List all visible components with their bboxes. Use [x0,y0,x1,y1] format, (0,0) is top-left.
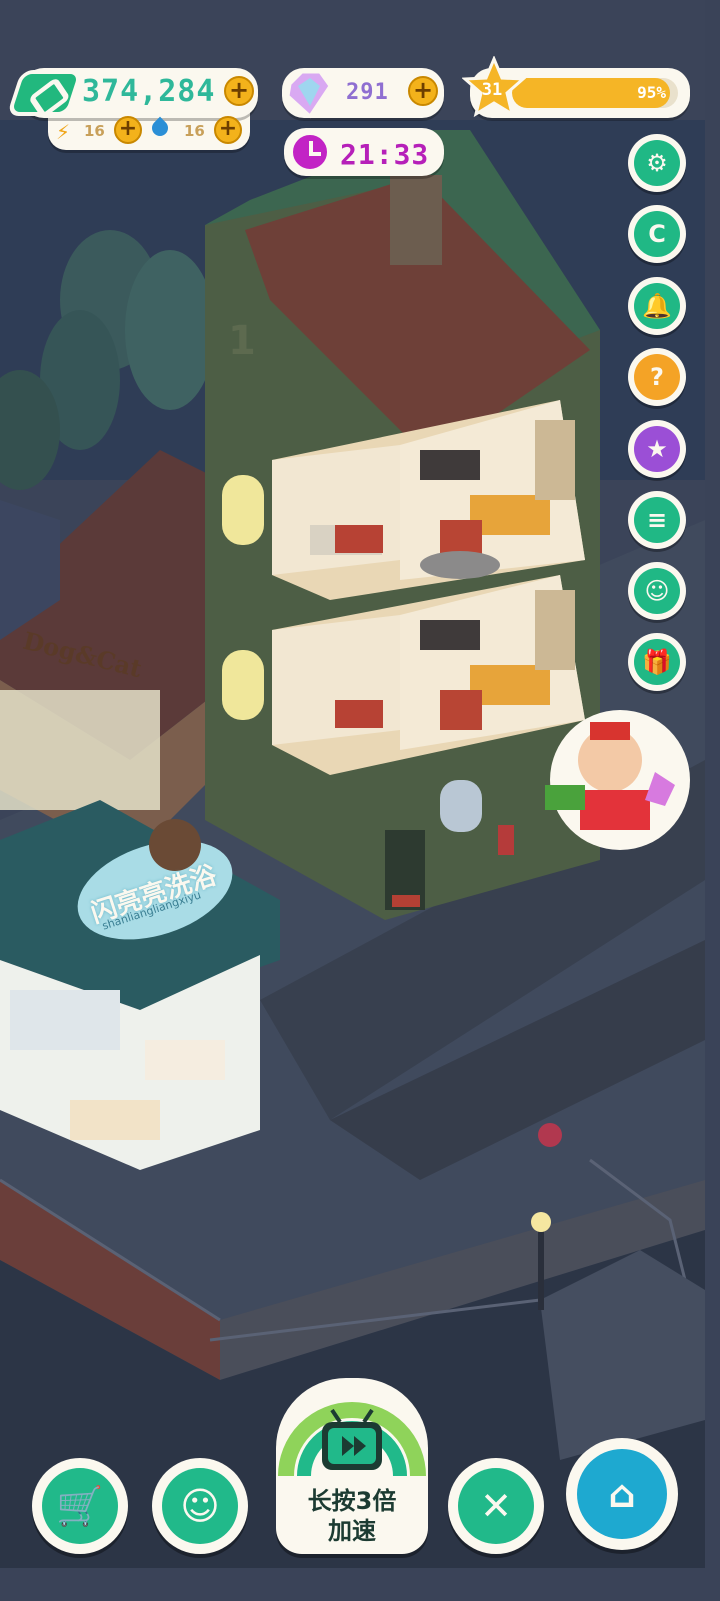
gift-icon: 🎁 [634,639,680,685]
tv-rainbow-icon [278,1402,426,1477]
gear-icon: ⚙ [634,140,680,186]
speed-up-label-line1: 长按3倍 [307,1487,397,1515]
settings-button[interactable]: ⚙ [628,134,686,192]
water-value: 16 [184,122,205,140]
clock-icon [290,132,330,172]
chat-ghost-icon: ☺ [634,568,680,614]
add-gems-button[interactable]: + [408,76,438,106]
house-wrench-icon: ⌂ [577,1449,667,1539]
mystery-box-button[interactable]: ? [628,348,686,406]
city-scene-art [0,0,705,1568]
speed-up-label-line2: 加速 [328,1517,376,1545]
notification-button[interactable]: 🔔 [628,277,686,335]
game-scene[interactable]: Dog&Cat 1 闪亮亮洗浴 shanliangliangxiyu [0,0,705,1568]
gem-icon [286,70,332,119]
add-water-button[interactable]: + [214,116,242,144]
coupon-button[interactable]: C [628,205,686,263]
gem-value: 291 [346,80,389,105]
xp-percent: 95% [637,83,666,102]
cash-value: 374,284 [82,74,216,109]
xp-progress-bar: 95% [512,78,678,108]
add-cash-button[interactable]: + [224,76,254,106]
coupon-icon: C [634,211,680,257]
bell-icon: 🔔 [634,283,680,329]
tools-icon: ✕ [458,1468,534,1544]
gift-button[interactable]: 🎁 [628,633,686,691]
notes-button[interactable]: ≡ [628,491,686,549]
chat-button[interactable]: ☺ [628,562,686,620]
house-number: 1 [228,318,256,364]
energy-value: 16 [84,122,105,140]
mystery-box-icon: ? [634,354,680,400]
add-energy-button[interactable]: + [114,116,142,144]
speed-up-label: 长按3倍 加速 [276,1486,428,1546]
energy-icon: ⚡ [56,120,71,144]
notes-icon: ≡ [634,497,680,543]
star-book-icon: ★ [634,426,680,472]
laughing-face-icon: ☺ [162,1468,238,1544]
home-renovate-button[interactable]: ⌂ [566,1438,678,1550]
cart-icon: 🛒 [42,1468,118,1544]
shop-cart-button[interactable]: 🛒 [32,1458,128,1554]
timer-value: 21:33 [340,138,430,171]
level-number: 31 [481,80,503,100]
build-tools-button[interactable]: ✕ [448,1458,544,1554]
emote-button[interactable]: ☺ [152,1458,248,1554]
album-button[interactable]: ★ [628,420,686,478]
